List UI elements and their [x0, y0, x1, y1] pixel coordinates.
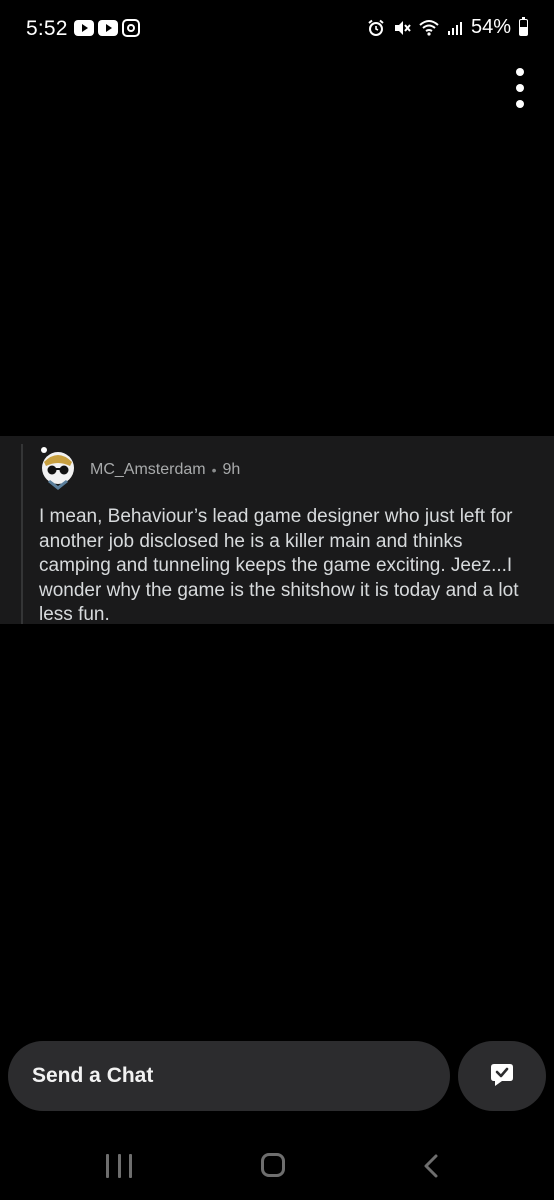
battery-icon	[519, 17, 528, 36]
alarm-icon	[367, 19, 385, 37]
youtube-icon	[98, 20, 118, 36]
chevron-left-icon	[424, 1154, 438, 1178]
instagram-icon	[122, 19, 140, 37]
send-chat-placeholder: Send a Chat	[32, 1064, 154, 1087]
recents-button[interactable]	[106, 1154, 132, 1178]
thread-line	[21, 444, 23, 624]
comment-card: MC_Amsterdam • 9h I mean, Behaviour’s le…	[0, 436, 554, 625]
comment-meta: MC_Amsterdam • 9h	[90, 461, 240, 479]
comment-body: I mean, Behaviour’s lead game designer w…	[39, 506, 519, 625]
battery-percent: 54%	[470, 16, 511, 38]
comment-age: 9h	[222, 461, 241, 478]
home-button[interactable]	[261, 1153, 285, 1177]
more-options-button[interactable]	[506, 66, 534, 110]
status-right: 54%	[367, 16, 528, 39]
user-avatar	[36, 446, 80, 492]
back-button[interactable]	[418, 1153, 444, 1179]
notification-icons	[74, 19, 140, 37]
status-time: 5:52	[26, 17, 68, 40]
mute-icon	[393, 19, 411, 37]
more-dot	[516, 84, 524, 92]
youtube-icon	[74, 20, 94, 36]
more-dot	[516, 100, 524, 108]
navigation-bar	[0, 1140, 554, 1200]
screen: 5:52 54% MC_Amsterdam • 9h I mean, Behav…	[0, 0, 554, 1200]
status-bar: 5:52 54%	[0, 0, 554, 60]
send-chat-input[interactable]: Send a Chat	[8, 1041, 450, 1111]
signal-icon	[447, 20, 463, 36]
meta-separator: •	[211, 462, 217, 478]
quick-reply-button[interactable]	[458, 1041, 546, 1111]
chat-reply-icon	[489, 1061, 515, 1092]
wifi-icon	[419, 19, 439, 37]
username: MC_Amsterdam	[90, 461, 206, 478]
more-dot	[516, 68, 524, 76]
